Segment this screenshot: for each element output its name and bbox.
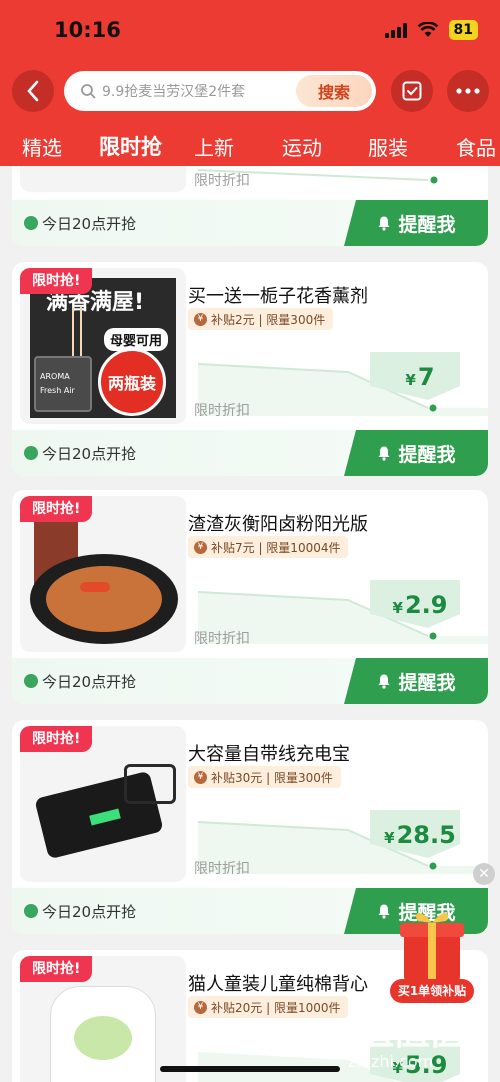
bookmark-check-icon bbox=[402, 81, 422, 101]
price-currency: ¥ bbox=[384, 829, 395, 847]
subsidy-badge: ¥ 补贴7元 | 限量10004件 bbox=[188, 536, 349, 558]
price-value: 28.5 bbox=[396, 821, 456, 849]
top-header: 10:16 81 9.9抢麦当劳汉堡2件套 搜索 精选 限时抢 上新 运动 服装… bbox=[0, 0, 500, 166]
remind-label: 提醒我 bbox=[398, 443, 456, 466]
search-button[interactable]: 搜索 bbox=[296, 75, 372, 107]
price-tag: ¥ 28.5 bbox=[374, 812, 466, 858]
search-icon bbox=[81, 84, 96, 99]
tab-new[interactable]: 上新 bbox=[194, 132, 234, 161]
yen-coin-icon: ¥ bbox=[194, 540, 207, 554]
home-indicator[interactable] bbox=[160, 1066, 340, 1072]
bell-icon bbox=[378, 674, 390, 689]
tab-sports[interactable]: 运动 bbox=[282, 132, 322, 161]
flash-sale-tag: 限时抢! bbox=[20, 726, 93, 752]
chevron-left-icon bbox=[27, 80, 39, 102]
promo-close-button[interactable]: ✕ bbox=[473, 863, 495, 885]
product-card[interactable]: 限时抢! 大容量自带线充电宝 ¥ 补贴30元 | 限量300件 ¥ 28.5 限… bbox=[12, 720, 488, 934]
more-button[interactable] bbox=[447, 70, 489, 112]
price-tag: ¥ 7 bbox=[374, 354, 466, 400]
gift-box-icon bbox=[400, 912, 464, 981]
bell-icon bbox=[378, 446, 390, 461]
remind-button[interactable]: 提醒我 bbox=[344, 200, 488, 246]
subsidy-promo-widget[interactable]: 买1单领补贴 bbox=[390, 905, 474, 1005]
flash-sale-tag: 限时抢! bbox=[20, 268, 93, 294]
countdown-bar: 今日20点开抢 提醒我 bbox=[12, 200, 488, 246]
subsidy-badge: ¥ 补贴30元 | 限量300件 bbox=[188, 766, 341, 788]
price-currency: ¥ bbox=[405, 371, 416, 389]
subsidy-text: 补贴20元 | 限量1000件 bbox=[211, 1000, 341, 1015]
subsidy-badge: ¥ 补贴2元 | 限量300件 bbox=[188, 308, 334, 330]
price-value: 2.9 bbox=[404, 591, 448, 619]
yen-coin-icon: ¥ bbox=[194, 1000, 207, 1014]
start-time-text: 今日20点开抢 bbox=[42, 445, 137, 463]
subsidy-text: 补贴30元 | 限量300件 bbox=[211, 770, 333, 785]
bookmark-button[interactable] bbox=[391, 70, 433, 112]
product-title[interactable]: 渣渣灰衡阳卤粉阳光版 bbox=[188, 510, 368, 536]
subsidy-text: 补贴2元 | 限量300件 bbox=[211, 312, 326, 327]
battery-indicator: 81 bbox=[448, 20, 478, 40]
remind-label: 提醒我 bbox=[398, 671, 456, 694]
clock-icon bbox=[24, 674, 38, 688]
image-badge-circle: 两瓶装 bbox=[98, 348, 166, 416]
site-watermark: 值值值 zhizhi.com bbox=[348, 992, 498, 1082]
product-title[interactable]: 大容量自带线充电宝 bbox=[188, 740, 350, 766]
clock-icon bbox=[24, 216, 38, 230]
search-bar[interactable]: 9.9抢麦当劳汉堡2件套 搜索 bbox=[64, 71, 376, 111]
wifi-icon bbox=[417, 22, 438, 37]
discount-label: 限时折扣 bbox=[194, 173, 250, 189]
remind-button[interactable]: 提醒我 bbox=[344, 658, 488, 704]
flash-sale-tag: 限时抢! bbox=[20, 956, 93, 982]
discount-label: 限时折扣 bbox=[194, 861, 250, 877]
clock-icon bbox=[24, 904, 38, 918]
back-button[interactable] bbox=[12, 70, 54, 112]
price-tag: ¥ 2.9 bbox=[374, 582, 466, 628]
watermark-url: zhizhi.com bbox=[348, 1052, 434, 1071]
watermark-logo: 值值值 bbox=[356, 1009, 466, 1053]
status-time: 10:16 bbox=[54, 18, 121, 42]
price-currency: ¥ bbox=[392, 599, 403, 617]
image-brand: AROMA bbox=[40, 372, 70, 381]
cellular-signal-icon bbox=[384, 22, 407, 38]
countdown-bar: 今日20点开抢 提醒我 bbox=[12, 658, 488, 704]
more-dots-icon bbox=[456, 88, 480, 94]
product-card[interactable]: 满香满屋! 母婴可用 AROMA Fresh Air 两瓶装 限时抢! 买一送一… bbox=[12, 262, 488, 476]
countdown-bar: 今日20点开抢 提醒我 bbox=[12, 430, 488, 476]
search-input[interactable]: 9.9抢麦当劳汉堡2件套 bbox=[102, 81, 296, 101]
start-time-text: 今日20点开抢 bbox=[42, 673, 137, 691]
remind-label: 提醒我 bbox=[398, 213, 456, 236]
tab-clothing[interactable]: 服装 bbox=[368, 132, 408, 161]
tab-jingxuan[interactable]: 精选 bbox=[22, 132, 62, 161]
flash-sale-tag: 限时抢! bbox=[20, 496, 93, 522]
subsidy-badge: ¥ 补贴20元 | 限量1000件 bbox=[188, 996, 349, 1018]
subsidy-text: 补贴7元 | 限量10004件 bbox=[211, 540, 341, 555]
start-time-text: 今日20点开抢 bbox=[42, 215, 137, 233]
start-time-text: 今日20点开抢 bbox=[42, 903, 137, 921]
price-value: 7 bbox=[417, 363, 435, 391]
product-title[interactable]: 买一送一栀子花香薰剂 bbox=[188, 282, 368, 308]
discount-label: 限时折扣 bbox=[194, 403, 250, 419]
discount-label: 限时折扣 bbox=[194, 631, 250, 647]
yen-coin-icon: ¥ bbox=[194, 770, 207, 784]
promo-label[interactable]: 买1单领补贴 bbox=[390, 979, 474, 1003]
image-label: Fresh Air bbox=[40, 386, 75, 395]
clock-icon bbox=[24, 446, 38, 460]
product-card[interactable]: 限时抢! 渣渣灰衡阳卤粉阳光版 ¥ 补贴7元 | 限量10004件 ¥ 2.9 … bbox=[12, 490, 488, 704]
product-title[interactable]: 猫人童装儿童纯棉背心 bbox=[188, 970, 368, 996]
status-icons: 81 bbox=[384, 20, 478, 40]
tab-food[interactable]: 食品 bbox=[456, 132, 496, 161]
category-tabs: 精选 限时抢 上新 运动 服装 食品 bbox=[0, 128, 500, 166]
bell-icon bbox=[378, 216, 390, 231]
yen-coin-icon: ¥ bbox=[194, 312, 207, 326]
remind-button[interactable]: 提醒我 bbox=[344, 430, 488, 476]
tab-flash-sale[interactable]: 限时抢 bbox=[99, 131, 162, 161]
